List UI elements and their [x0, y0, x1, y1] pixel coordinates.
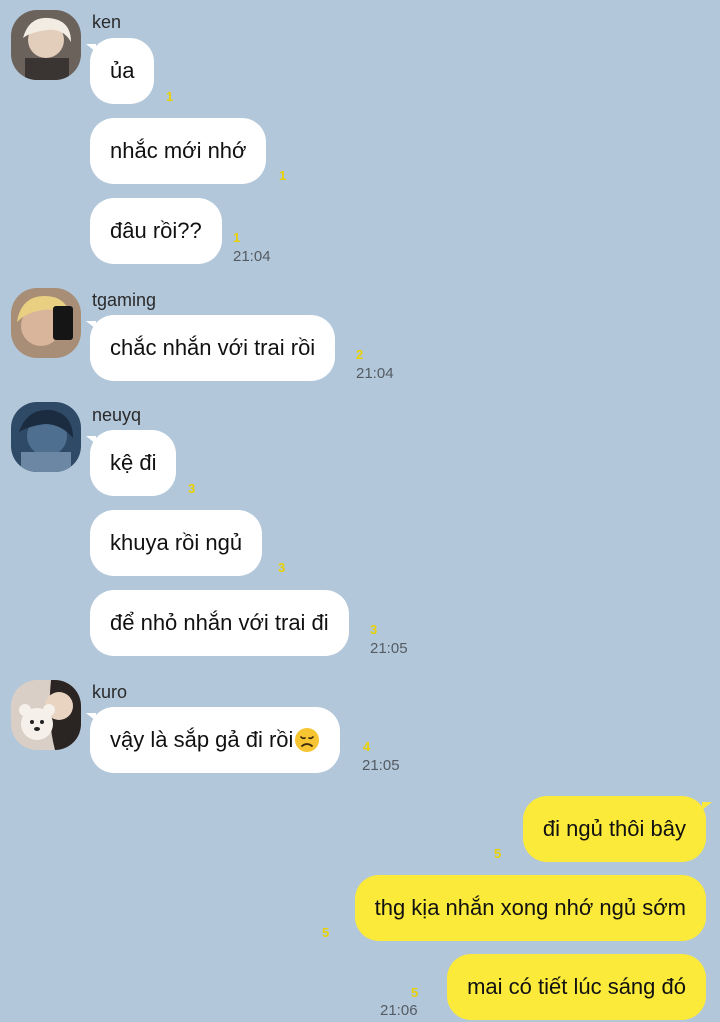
avatar-kuro[interactable]: [11, 680, 81, 750]
unread-count: 1: [166, 89, 174, 104]
unread-count: 5: [322, 925, 330, 940]
unread-count: 3: [370, 622, 378, 637]
unread-count: 5: [411, 985, 419, 1000]
my-message-bubble[interactable]: mai có tiết lúc sáng đó: [447, 954, 706, 1020]
message-bubble[interactable]: kệ đi: [90, 430, 177, 496]
disappointed-face-icon: [295, 728, 320, 752]
message-bubble[interactable]: nhắc mới nhớ: [90, 118, 267, 184]
message-bubble[interactable]: chắc nhắn với trai rồi: [90, 315, 336, 381]
message-bubble[interactable]: đâu rồi??: [90, 198, 222, 264]
sender-name: tgaming: [92, 290, 157, 310]
unread-count: 1: [233, 230, 241, 245]
unread-count: 2: [356, 347, 364, 362]
message-time: 21:04: [356, 365, 394, 382]
unread-count: 3: [188, 481, 196, 496]
message-time: 21:05: [362, 757, 400, 774]
avatar-ken[interactable]: [11, 10, 81, 80]
message-text: vậy là sắp gả đi rồi: [110, 727, 294, 752]
avatar-neuyq[interactable]: [11, 402, 81, 472]
message-bubble[interactable]: khuya rồi ngủ: [90, 510, 263, 576]
message-bubble[interactable]: để nhỏ nhắn với trai đi: [90, 590, 349, 656]
message-time: 21:06: [380, 1002, 418, 1019]
unread-count: 5: [494, 846, 502, 861]
message-bubble[interactable]: vậy là sắp gả đi rồi: [90, 707, 341, 773]
unread-count: 4: [363, 739, 371, 754]
my-message-bubble[interactable]: đi ngủ thôi bây: [522, 796, 706, 862]
message-bubble[interactable]: ủa: [90, 38, 155, 104]
message-time: 21:04: [233, 248, 271, 265]
my-message-bubble[interactable]: thg kịa nhắn xong nhớ ngủ sớm: [354, 875, 706, 941]
message-time: 21:05: [370, 640, 408, 657]
sender-name: ken: [92, 12, 122, 32]
unread-count: 1: [279, 168, 287, 183]
sender-name: kuro: [92, 682, 128, 702]
sender-name: neuyq: [92, 405, 142, 425]
unread-count: 3: [278, 560, 286, 575]
avatar-tgaming[interactable]: [11, 288, 81, 358]
